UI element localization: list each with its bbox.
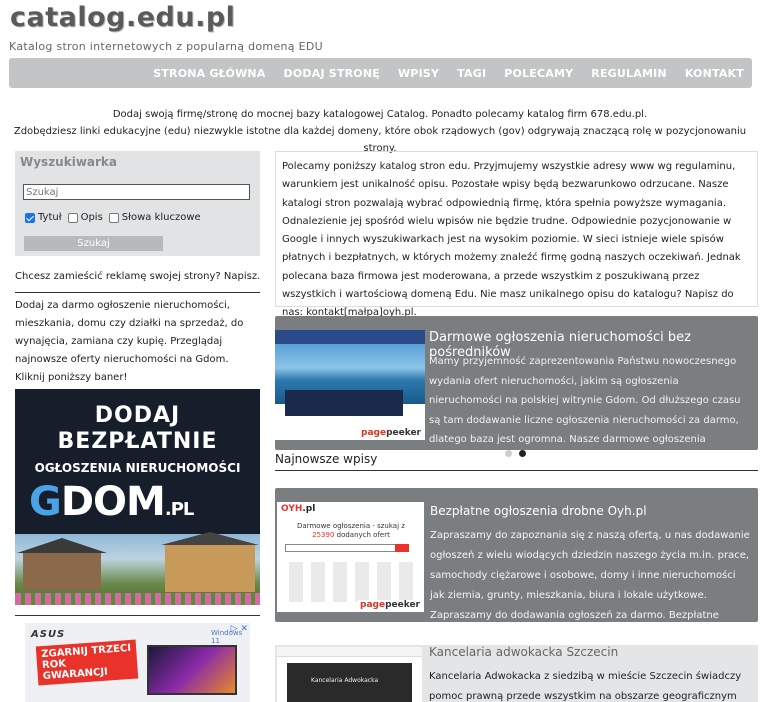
pagepeeker-a: page [360, 600, 386, 610]
slider-dots [505, 450, 533, 457]
option-keywords[interactable]: Słowa kluczowe [108, 212, 201, 223]
oyh-category-grid [285, 562, 417, 602]
nav-item-tags[interactable]: TAGI [457, 67, 486, 80]
house-shape [17, 538, 107, 590]
asus-slogan: ZGARNIJ TRZECI ROK GWARANCJI [35, 639, 139, 686]
thumb-search-form [285, 390, 403, 416]
oyh-search-button [395, 544, 409, 552]
search-title: Wyszukiwarka [20, 155, 118, 169]
oyh-logo: OYH.pl [281, 504, 315, 514]
slider-body: Mamy przyjemność zaprezentowania Państwu… [429, 356, 741, 445]
slider-dot-1[interactable] [505, 450, 512, 457]
entry-card[interactable]: Kancelaria Adwokacka Kancelaria adwokack… [275, 645, 758, 702]
search-input[interactable] [23, 184, 250, 200]
search-options: Tytuł Opis Słowa kluczowe [25, 212, 207, 223]
option-title[interactable]: Tytuł [25, 212, 62, 223]
divider [15, 615, 260, 616]
asus-ad-banner[interactable]: ASUS Windows 11 ▷ ✕ ZGARNIJ TRZECI ROK G… [25, 623, 250, 702]
oyh-headline-b: dodanych ofert [334, 531, 390, 539]
intro-line-1: Dodaj swoją firmę/stronę do mocnej bazy … [112, 109, 648, 120]
laptop-image [147, 645, 237, 695]
oyh-headline-num: 25390 [312, 531, 335, 539]
pagepeeker-badge: pagepeeker [358, 600, 422, 610]
gdom-logo: GDOM.PL [29, 479, 194, 525]
oyh-headline-a: Darmowe ogłoszenia - szukaj z [297, 522, 405, 530]
checkbox-description[interactable] [67, 212, 78, 223]
slider-thumbnail[interactable]: pagepeeker [275, 330, 425, 440]
option-title-label: Tytuł [38, 212, 62, 223]
option-keywords-label: Słowa kluczowe [121, 212, 201, 223]
newest-heading: Najnowsze wpisy [275, 452, 378, 466]
gdom-logo-rest: DOM [60, 479, 166, 525]
house-shape [161, 532, 259, 592]
search-button[interactable]: Szukaj [24, 236, 163, 251]
main-nav: STRONA GŁÓWNA DODAJ STRONĘ WPISY TAGI PO… [9, 58, 752, 88]
checkbox-title[interactable] [25, 212, 35, 223]
gdom-banner-line-3: OGŁOSZENIA NIERUCHOMOŚCI [34, 461, 241, 475]
divider [275, 470, 758, 471]
pagepeeker-a: page [361, 428, 387, 438]
gdom-banner-line-1: DODAJ [94, 403, 181, 428]
entry-thumbnail[interactable]: OYH.pl Darmowe ogłoszenia - szukaj z 253… [277, 502, 424, 612]
entry-body: Zapraszamy do zapoznania się z naszą ofe… [430, 530, 750, 621]
checkbox-keywords[interactable] [108, 212, 119, 223]
law-thumb-nav [277, 647, 422, 657]
option-description[interactable]: Opis [67, 212, 103, 223]
catalog-description: Polecamy poniższy katalog stron edu. Prz… [275, 151, 758, 318]
entry-title[interactable]: Kancelaria adwokacka Szczecin [429, 645, 618, 659]
nav-item-recommended[interactable]: POLECAMY [504, 67, 573, 80]
entry-body: Kancelaria Adwokacka z siedzibą w mieści… [429, 671, 742, 702]
entry-title[interactable]: Bezpłatne ogłoszenia drobne Oyh.pl [430, 504, 647, 518]
site-tagline: Katalog stron internetowych z popularną … [9, 40, 323, 53]
divider [15, 292, 260, 293]
nav-item-add-site[interactable]: DODAJ STRONĘ [284, 67, 380, 80]
gdom-logo-g: G [29, 479, 62, 525]
featured-slider[interactable]: pagepeeker Darmowe ogłoszenia nieruchomo… [275, 316, 758, 450]
slider-dot-2[interactable] [519, 450, 526, 457]
entry-card[interactable]: OYH.pl Darmowe ogłoszenia - szukaj z 253… [275, 488, 758, 622]
law-thumb-text: Kancelaria Adwokacka [311, 677, 379, 684]
gdom-banner-line-2: BEZPŁATNIE [57, 429, 218, 454]
nav-item-terms[interactable]: REGULAMIN [591, 67, 667, 80]
oyh-logo-b: .pl [302, 504, 316, 514]
site-logo[interactable]: catalog.edu.pl [10, 2, 235, 33]
flowers-decoration [15, 593, 260, 605]
asus-logo: ASUS [31, 629, 66, 640]
ad-question-link[interactable]: Chcesz zamieścić reklamę swojej strony? … [15, 271, 260, 282]
nav-item-contact[interactable]: KONTAKT [685, 67, 744, 80]
gdom-logo-pl: .PL [164, 499, 194, 520]
option-description-label: Opis [80, 212, 103, 223]
entry-thumbnail[interactable]: Kancelaria Adwokacka [277, 647, 422, 702]
oyh-headline: Darmowe ogłoszenia - szukaj z 25390 doda… [285, 522, 417, 540]
oyh-logo-a: OYH [281, 504, 303, 514]
nav-item-entries[interactable]: WPISY [398, 67, 439, 80]
pagepeeker-b: peeker [386, 428, 421, 438]
ad-close-icon[interactable]: ▷ ✕ [231, 624, 248, 634]
pagepeeker-b: peeker [385, 600, 420, 610]
pagepeeker-badge: pagepeeker [359, 428, 423, 438]
thumb-header [275, 330, 425, 344]
oyh-search-field [285, 544, 405, 552]
search-widget: Wyszukiwarka Tytuł Opis Słowa kluczowe S… [15, 151, 260, 256]
nav-item-home[interactable]: STRONA GŁÓWNA [153, 67, 265, 80]
intro-text: Dodaj swoją firmę/stronę do mocnej bazy … [0, 106, 760, 157]
gdom-promo-text: Dodaj za darmo ogłoszenie nieruchomości,… [15, 300, 244, 383]
houses-image [15, 532, 260, 605]
gdom-banner[interactable]: DODAJ BEZPŁATNIE OGŁOSZENIA NIERUCHOMOŚC… [15, 389, 260, 605]
